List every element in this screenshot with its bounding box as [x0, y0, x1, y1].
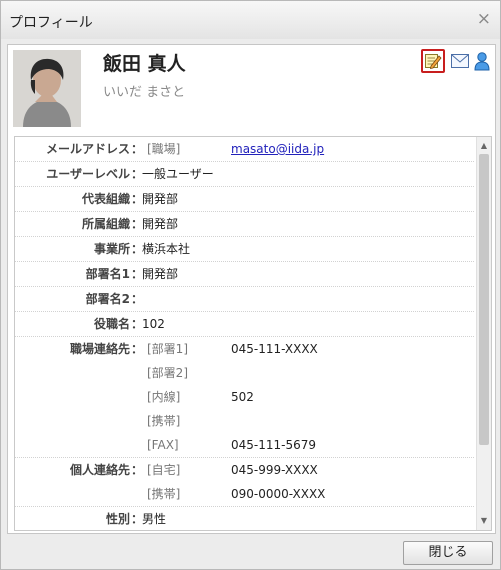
row-label: 事業所: [93, 242, 130, 256]
edit-icon[interactable]: [421, 49, 445, 73]
row-value: 102: [142, 317, 165, 331]
email-link[interactable]: masato@iida.jp: [231, 137, 324, 161]
mail-icon[interactable]: [449, 50, 471, 72]
contact-entry: [部署2]: [15, 361, 474, 385]
contact-tag: [部署1]: [147, 342, 188, 356]
close-icon[interactable]: ×: [477, 9, 491, 29]
contact-value: 045-111-5679: [231, 438, 317, 452]
detail-row-department-1: 部署名1 ： 開発部: [15, 262, 474, 287]
profile-panel: 飯田 真人 いいだ まさと メールアドレス ： [職場] masato@iida…: [7, 44, 496, 534]
row-value: 開発部: [142, 192, 179, 206]
detail-row-title: 役職名 ： 102: [15, 312, 474, 337]
contact-value: 502: [231, 390, 254, 404]
detail-row-email: メールアドレス ： [職場] masato@iida.jp: [15, 137, 474, 162]
row-label: 性別: [105, 512, 130, 526]
row-label: 部署名1: [85, 267, 130, 281]
detail-row-affiliation: 所属組織 ： 開発部: [15, 212, 474, 237]
row-colon: ：: [131, 142, 144, 156]
detail-row-personal-contact: 個人連絡先 ： [自宅] 045-999-XXXX [携帯] 090-0000-…: [15, 458, 474, 507]
detail-row-user-level: ユーザーレベル ： 一般ユーザー: [15, 162, 474, 187]
row-label: 役職名: [93, 317, 130, 331]
contact-value: 045-999-XXXX: [231, 463, 318, 477]
row-label: 部署名2: [85, 292, 130, 306]
detail-row-department-2: 部署名2 ：: [15, 287, 474, 312]
contact-entry: [FAX] 045-111-5679: [15, 433, 474, 457]
profile-name: 飯田 真人: [103, 53, 186, 75]
contact-tag: [FAX]: [147, 438, 179, 452]
row-label: 代表組織: [81, 192, 130, 206]
row-label: ユーザーレベル: [46, 167, 130, 181]
user-icon[interactable]: [471, 50, 493, 72]
avatar: [13, 50, 81, 127]
profile-dialog: プロフィール × 飯田 真人 いいだ まさと メールアドレス ： [職場] ma…: [0, 0, 501, 570]
row-label: メールアドレス: [45, 142, 130, 156]
row-value: 一般ユーザー: [142, 167, 214, 181]
contact-entry: [携帯] 090-0000-XXXX: [15, 482, 474, 506]
row-tag: [職場]: [147, 142, 181, 156]
contact-entry: [部署1] 045-111-XXXX: [15, 337, 474, 361]
scroll-up-arrow-icon[interactable]: ▲: [477, 139, 491, 153]
profile-details[interactable]: メールアドレス ： [職場] masato@iida.jp ユーザーレベル ： …: [14, 136, 492, 531]
contact-entry: [携帯]: [15, 409, 474, 433]
detail-row-gender: 性別 ： 男性: [15, 507, 474, 530]
details-scrollbar[interactable]: ▲ ▼: [476, 137, 491, 530]
contact-value: 090-0000-XXXX: [231, 487, 326, 501]
scroll-down-arrow-icon[interactable]: ▼: [477, 514, 491, 528]
contact-entry: [自宅] 045-999-XXXX: [15, 458, 474, 482]
row-label: 所属組織: [81, 217, 130, 231]
row-colon: ：: [131, 292, 144, 306]
row-value: 開発部: [142, 217, 179, 231]
row-value: 男性: [142, 512, 167, 526]
contact-value: 045-111-XXXX: [231, 342, 318, 356]
row-value: 横浜本社: [142, 242, 191, 256]
contact-tag: [内線]: [147, 390, 181, 404]
contact-tag: [携帯]: [147, 414, 181, 428]
detail-row-office: 事業所 ： 横浜本社: [15, 237, 474, 262]
dialog-titlebar[interactable]: プロフィール ×: [1, 1, 500, 39]
close-button[interactable]: 閉じる: [403, 541, 493, 565]
row-value: 開発部: [142, 267, 179, 281]
dialog-title: プロフィール: [9, 15, 93, 31]
detail-row-primary-org: 代表組織 ： 開発部: [15, 187, 474, 212]
contact-tag: [部署2]: [147, 366, 188, 380]
detail-row-work-contact: 職場連絡先 ： [部署1] 045-111-XXXX [部署2] [内線] 50…: [15, 337, 474, 458]
contact-tag: [携帯]: [147, 487, 181, 501]
details-rows: メールアドレス ： [職場] masato@iida.jp ユーザーレベル ： …: [15, 137, 474, 530]
contact-tag: [自宅]: [147, 463, 181, 477]
contact-entry: [内線] 502: [15, 385, 474, 409]
scrollbar-thumb[interactable]: [479, 154, 489, 445]
profile-kana: いいだ まさと: [103, 85, 186, 100]
